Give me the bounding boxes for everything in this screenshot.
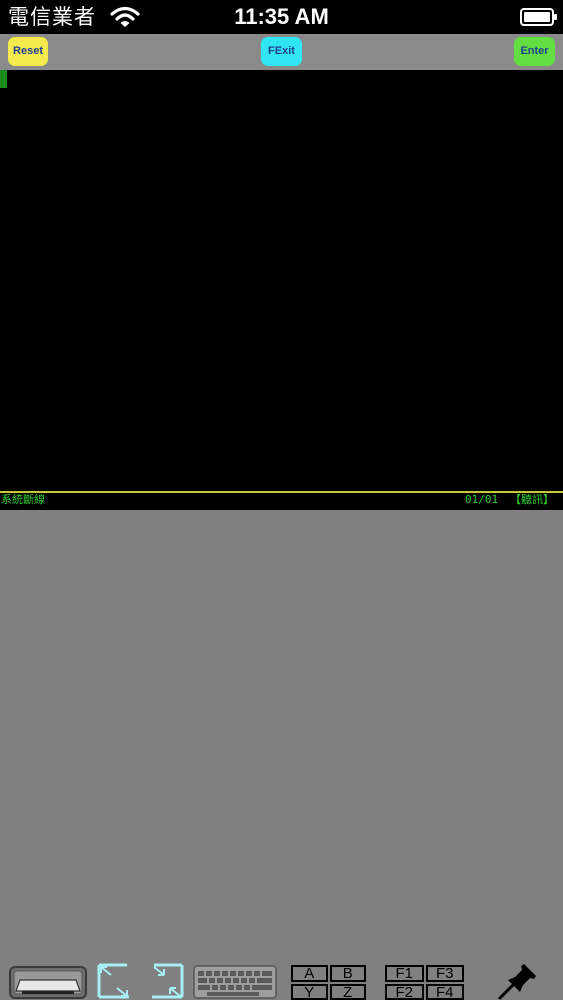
expand-arrows-icon[interactable] [150,963,184,1000]
battery-icon [520,8,557,26]
reset-button[interactable]: Reset [8,37,48,66]
status-bar: 電信業者 11:35 AM [0,0,563,34]
enter-button[interactable]: Enter [514,37,555,66]
key-a: A [291,965,328,982]
app-screen: 電信業者 11:35 AM Reset FExit Enter 系統斷線 01/… [0,0,563,1000]
key-z: Z [329,983,366,1000]
page-indicator: 01/01 [465,493,499,506]
key-y: Y [291,983,328,1000]
terminal-screen[interactable] [0,70,563,491]
key-f2: F2 [385,983,424,1000]
gray-panel [0,510,563,1000]
key-b: B [329,965,366,982]
pushpin-icon[interactable] [496,963,538,1000]
clock: 11:35 AM [234,4,329,29]
key-f3: F3 [425,965,464,982]
function-keys-icon[interactable]: F1 F3 F2 F4 [385,965,464,1000]
top-toolbar: Reset FExit Enter [0,34,563,70]
keyboard-icon[interactable] [193,963,277,1000]
terminal-status-line: 系統斷線 01/01 【聽訊】 [0,493,563,510]
mode-label: 【聽訊】 [510,493,554,506]
tray-icon[interactable] [8,965,88,1000]
shrink-arrows-icon[interactable] [97,963,131,1000]
connection-status: 系統斷線 [1,493,45,506]
key-f4: F4 [425,983,464,1000]
key-f1: F1 [385,965,424,982]
fexit-button[interactable]: FExit [261,37,302,66]
letter-keys-icon[interactable]: A B Y Z [291,965,366,1000]
text-cursor [0,70,7,88]
